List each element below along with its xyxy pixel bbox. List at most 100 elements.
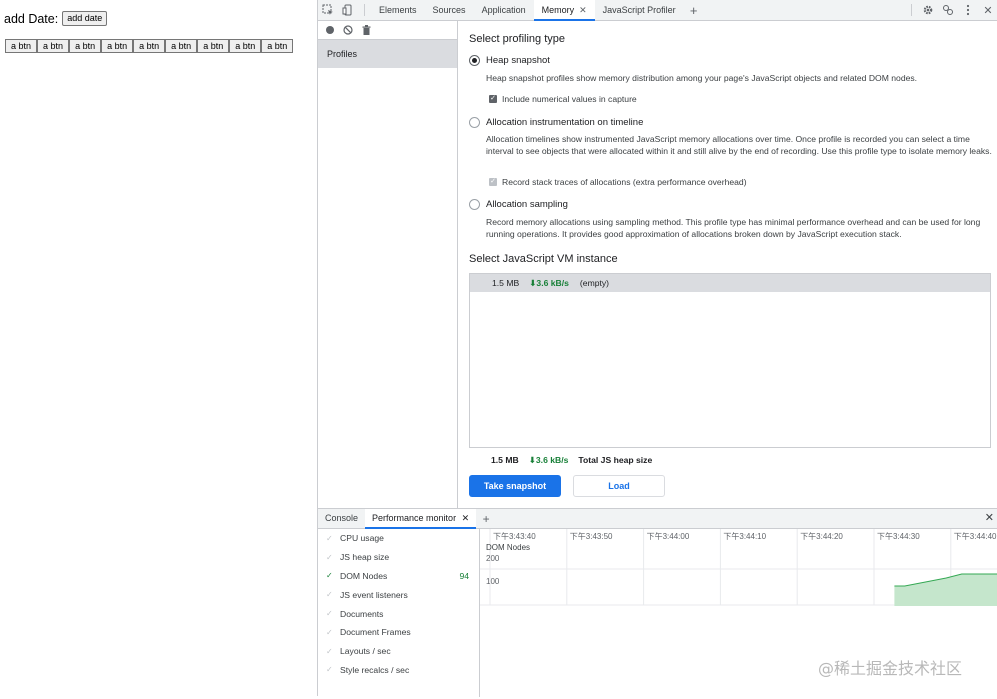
close-drawer-icon[interactable]: ✕ [985,509,994,528]
devtools-tabbar: Elements Sources Application Memory ✕ JavaScr… [318,0,997,21]
metric-value: 94 [459,570,469,581]
metric-layouts-sec[interactable]: ✓ Layouts / sec [318,642,479,661]
a-btn-button[interactable]: a btn [5,39,38,53]
device-toolbar-icon[interactable] [338,0,358,20]
radio-circle[interactable] [469,199,480,210]
take-snapshot-button[interactable]: Take snapshot [469,475,561,497]
dom-nodes-area [894,574,997,606]
add-date-label: add Date: [4,11,59,26]
a-btn-button[interactable]: a btn [197,39,230,53]
tab-javascript-profiler[interactable]: JavaScript Profiler [595,0,684,20]
add-drawer-tab-plus-icon[interactable]: + [476,509,496,528]
allocation-sampling-description: Record memory allocations using sampling… [486,217,981,239]
devtools-toolbar-right: ✕ [905,0,997,20]
summary-size: 1.5 MB [491,455,519,465]
tab-application[interactable]: Application [474,0,534,20]
metric-label: JS heap size [340,552,390,563]
radio-heap-snapshot[interactable]: Heap snapshot [469,55,550,66]
metric-label: Document Frames [340,627,411,638]
record-stack-traces-checkbox[interactable]: ✓ Record stack traces of allocations (ex… [489,177,747,187]
sidebar-item-profiles[interactable]: Profiles [318,40,457,68]
add-date-button[interactable]: add date [62,11,108,26]
metric-cpu-usage[interactable]: ✓ CPU usage [318,529,479,548]
radio-circle[interactable] [469,117,480,128]
settings-gear-icon[interactable] [918,0,938,20]
time-tick-label: 下午3:44:00 [647,531,690,541]
a-btn-button[interactable]: a btn [37,39,70,53]
devtools-panel: Elements Sources Application Memory ✕ JavaScr… [317,0,997,697]
time-tick-label: 下午3:44:30 [877,531,920,541]
a-btn-button[interactable]: a btn [101,39,134,53]
time-tick-label: 下午3:44:20 [800,531,843,541]
allocation-timeline-description: Allocation timelines show instrumented J… [486,134,992,156]
metric-style-recalcs-sec[interactable]: ✓ Style recalcs / sec [318,661,479,680]
radio-circle[interactable] [469,55,480,66]
checkbox-box[interactable]: ✓ [489,95,497,103]
radio-allocation-sampling[interactable]: Allocation sampling [469,199,568,210]
metric-label: Documents [340,608,384,619]
clear-all-icon[interactable] [342,24,354,36]
metrics-list: ✓ CPU usage ✓ JS heap size ✓ DOM Nodes 94 ✓ JS e… [318,529,480,697]
a-btn-button[interactable]: a btn [133,39,166,53]
profiles-sidebar: Profiles [318,21,458,508]
a-btn-button[interactable]: a btn [165,39,198,53]
drawer-tabbar: Console Performance monitor ✕ + ✕ [318,509,997,529]
tab-elements[interactable]: Elements [371,0,425,20]
vm-rate: ⬇3.6 kB/s [529,277,569,288]
check-icon: ✓ [326,552,333,562]
metric-js-event-listeners[interactable]: ✓ JS event listeners [318,585,479,604]
watermark: @稀土掘金技术社区 [818,659,963,678]
load-button[interactable]: Load [573,475,665,497]
select-profiling-type-title: Select profiling type [469,33,565,45]
metric-document-frames[interactable]: ✓ Document Frames [318,623,479,642]
y-tick-label: 200 [486,554,500,563]
tab-sources[interactable]: Sources [425,0,474,20]
tab-label: Application [481,5,526,15]
heap-summary: 1.5 MB ⬇3.6 kB/s Total JS heap size [491,455,652,466]
tabbar-divider [364,4,365,16]
web-page: add Date: add date a btn a btn a btn a btn a… [0,0,318,696]
summary-rate: ⬇3.6 kB/s [528,455,569,465]
metric-label: Layouts / sec [340,646,391,657]
vm-instance-row[interactable]: 1.5 MB ⬇3.6 kB/s (empty) [470,274,990,292]
checkbox-label: Include numerical values in capture [502,94,637,104]
summary-label: Total JS heap size [578,455,653,465]
metric-js-heap-size[interactable]: ✓ JS heap size [318,548,479,567]
metric-dom-nodes[interactable]: ✓ DOM Nodes 94 [318,567,479,586]
kebab-menu-icon[interactable] [958,0,978,20]
close-tab-icon[interactable]: ✕ [459,513,470,523]
record-icon[interactable] [324,24,336,36]
metric-documents[interactable]: ✓ Documents [318,604,479,623]
a-btn-button[interactable]: a btn [261,39,294,53]
radio-allocation-timeline[interactable]: Allocation instrumentation on timeline [469,117,643,128]
button-row: a btn a btn a btn a btn a btn a btn a btn a btn… [5,39,294,53]
y-tick-label: 100 [486,577,500,586]
tab-label: Elements [379,5,417,15]
check-icon: ✓ [326,646,333,656]
radio-label: Allocation sampling [486,199,568,210]
include-numerical-values-checkbox[interactable]: ✓ Include numerical values in capture [489,94,637,104]
vm-instance-list: 1.5 MB ⬇3.6 kB/s (empty) [469,273,991,448]
series-label: DOM Nodes [486,543,530,552]
vm-size: 1.5 MB [492,278,520,288]
radio-label: Heap snapshot [486,55,550,66]
trash-icon[interactable] [360,24,372,36]
time-tick-label: 下午3:43:50 [570,531,613,541]
metric-label: CPU usage [340,533,384,544]
heap-snapshot-description: Heap snapshot profiles show memory distr… [486,73,918,83]
tab-memory[interactable]: Memory ✕ [533,0,595,21]
vm-name: (empty) [579,278,610,288]
a-btn-button[interactable]: a btn [69,39,102,53]
more-tabs-plus-icon[interactable]: + [684,0,704,20]
remote-devices-icon[interactable] [938,0,958,20]
a-btn-button[interactable]: a btn [229,39,262,53]
drawer-tab-console[interactable]: Console [318,509,365,528]
close-devtools-icon[interactable]: ✕ [978,0,997,20]
checkbox-box[interactable]: ✓ [489,178,497,186]
drawer-tab-performance-monitor[interactable]: Performance monitor ✕ [365,509,477,529]
metric-label: JS event listeners [340,589,408,600]
add-date-row: add Date: add date [4,11,108,26]
close-tab-icon[interactable]: ✕ [579,5,587,15]
tab-label: Memory [541,5,575,15]
inspect-element-icon[interactable] [318,0,338,20]
